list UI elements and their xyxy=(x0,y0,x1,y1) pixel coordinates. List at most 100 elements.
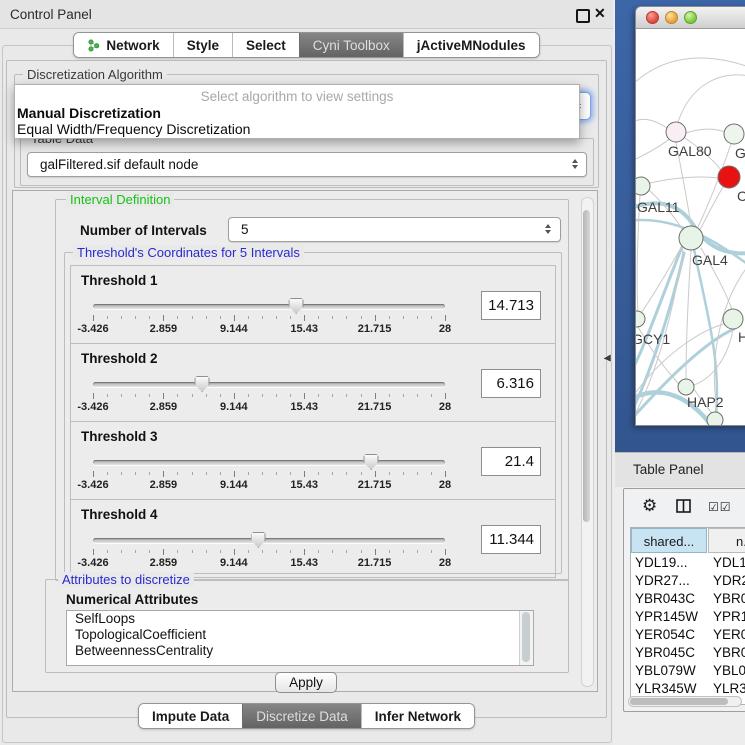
bottom-tab-impute-data[interactable]: Impute Data xyxy=(139,704,242,728)
network-node-gal80[interactable] xyxy=(666,122,686,142)
tick-mark xyxy=(290,472,291,475)
table-row[interactable]: YBR043CYBR0 xyxy=(631,590,745,608)
tab-cyni-toolbox[interactable]: Cyni Toolbox xyxy=(299,33,403,57)
tick-mark xyxy=(93,471,94,477)
close-window-icon[interactable] xyxy=(646,11,659,24)
vertical-scrollbar[interactable] xyxy=(581,197,594,687)
threshold-slider[interactable]: -3.4262.8599.14415.4321.71528 xyxy=(93,530,445,574)
column-header[interactable]: n... xyxy=(708,528,745,553)
network-node-gal11[interactable] xyxy=(636,177,650,195)
slider-ticks xyxy=(93,315,445,322)
dropdown-placeholder: Select algorithm to view settings xyxy=(15,89,579,104)
attributes-group: Attributes to discretize Numerical Attri… xyxy=(45,579,569,673)
slider-thumb[interactable] xyxy=(195,376,210,392)
table-data-combobox[interactable]: galFiltered.sif default node xyxy=(27,152,587,177)
tick-mark xyxy=(121,550,122,553)
tick-mark xyxy=(220,550,221,553)
dropdown-option-manual-discretization[interactable]: Manual Discretization xyxy=(17,105,577,121)
split-columns-icon[interactable] xyxy=(676,499,691,518)
tab-jactivemnodules[interactable]: jActiveMNodules xyxy=(403,33,539,57)
table-body: shared...n... YDL19...YDL1YDR27...YDR2YB… xyxy=(630,527,745,705)
list-scrollbar-thumb[interactable] xyxy=(522,612,530,662)
network-node-h[interactable] xyxy=(723,309,743,329)
threshold-value-field[interactable]: 21.4 xyxy=(481,447,541,476)
tick-mark xyxy=(445,549,446,555)
network-node-label: GAL4 xyxy=(692,252,728,268)
network-node-gal4[interactable] xyxy=(679,226,703,250)
slider-thumb[interactable] xyxy=(364,454,379,470)
table-rows: YDL19...YDL1YDR27...YDR2YBR043CYBR0YPR14… xyxy=(631,554,745,705)
bottom-tabstrip: Impute Data Discretize DataInfer Network xyxy=(0,703,613,729)
network-canvas[interactable]: GAL80GACGAL11GAL4GCY1HHAP2 xyxy=(636,29,745,425)
table-row[interactable]: YBR045CYBR0 xyxy=(631,644,745,662)
horizontal-scrollbar-thumb[interactable] xyxy=(630,698,728,705)
tick-mark xyxy=(149,394,150,397)
tick-mark xyxy=(431,316,432,319)
thresholds-group: Threshold's Coordinates for 5 Intervals … xyxy=(64,252,562,574)
zoom-window-icon[interactable] xyxy=(684,11,697,24)
panel-title: Control Panel xyxy=(10,7,92,22)
tick-mark xyxy=(403,472,404,475)
column-header[interactable]: shared... xyxy=(631,528,707,553)
attribute-item-topologicalcoefficient[interactable]: TopologicalCoefficient xyxy=(67,627,533,643)
cell-shared-name: YPR145W xyxy=(635,608,698,626)
table-row[interactable]: YBL079WYBL0 xyxy=(631,662,745,680)
tick-mark xyxy=(234,549,235,555)
list-scrollbar[interactable] xyxy=(519,611,533,665)
vertical-scrollbar-thumb[interactable] xyxy=(583,210,590,522)
tab-style[interactable]: Style xyxy=(173,33,232,57)
bottom-tab-infer-network[interactable]: Infer Network xyxy=(361,704,474,728)
tick-mark xyxy=(234,315,235,321)
tick-mark xyxy=(192,472,193,475)
attribute-item-betweennesscentrality[interactable]: BetweennessCentrality xyxy=(67,643,533,659)
float-window-icon[interactable] xyxy=(576,9,590,23)
tick-mark xyxy=(431,394,432,397)
tick-mark xyxy=(163,471,164,477)
network-node-c[interactable] xyxy=(718,166,740,188)
close-icon[interactable]: ✕ xyxy=(594,5,606,22)
right-column: GAL80GACGAL11GAL4GCY1HHAP2 Table Panel ⚙… xyxy=(613,0,745,745)
threshold-slider[interactable]: -3.4262.8599.14415.4321.71528 xyxy=(93,452,445,496)
network-node-label: HAP2 xyxy=(687,394,724,410)
network-window-titlebar xyxy=(636,7,745,29)
slider-thumb[interactable] xyxy=(251,532,266,548)
network-node-gcy1[interactable] xyxy=(636,311,645,327)
tick-mark xyxy=(248,472,249,475)
table-row[interactable]: YDL19...YDL1 xyxy=(631,554,745,572)
tick-mark xyxy=(431,550,432,553)
tick-mark xyxy=(248,550,249,553)
network-node-label: GA xyxy=(735,145,745,161)
minimize-window-icon[interactable] xyxy=(665,11,678,24)
threshold-slider[interactable]: -3.4262.8599.14415.4321.71528 xyxy=(93,296,445,340)
combo-stepper-icon[interactable] xyxy=(572,159,578,169)
table-row[interactable]: YDR27...YDR2 xyxy=(631,572,745,590)
network-node[interactable] xyxy=(707,412,723,425)
tick-label: 21.715 xyxy=(358,557,392,569)
tick-mark xyxy=(248,394,249,397)
numerical-attributes-label: Numerical Attributes xyxy=(66,592,198,607)
horizontal-scrollbar[interactable] xyxy=(628,696,742,707)
table-row[interactable]: YER054CYER0 xyxy=(631,626,745,644)
slider-tick-labels: -3.4262.8599.14415.4321.71528 xyxy=(93,323,445,336)
number-of-intervals-combobox[interactable]: 5 xyxy=(228,217,561,242)
attribute-item-selfloops[interactable]: SelfLoops xyxy=(67,611,533,627)
threshold-value-field[interactable]: 14.713 xyxy=(481,291,541,320)
checked-box-icons[interactable]: ☑☑ xyxy=(708,500,732,514)
threshold-slider[interactable]: -3.4262.8599.14415.4321.71528 xyxy=(93,374,445,418)
table-row[interactable]: YPR145WYPR1 xyxy=(631,608,745,626)
tab-network[interactable]: Network xyxy=(74,33,172,57)
tick-mark xyxy=(346,472,347,475)
network-node-ga[interactable] xyxy=(724,124,744,144)
threshold-value-field[interactable]: 6.316 xyxy=(481,369,541,398)
gear-icon[interactable]: ⚙ xyxy=(642,496,657,516)
apply-button[interactable]: Apply xyxy=(275,672,337,693)
threshold-value-field[interactable]: 11.344 xyxy=(481,525,541,554)
tick-label: 9.144 xyxy=(220,323,248,335)
combo-stepper-icon[interactable] xyxy=(545,224,551,234)
tab-select[interactable]: Select xyxy=(232,33,299,57)
tab-label: Impute Data xyxy=(152,709,229,724)
network-node-hap2[interactable] xyxy=(678,379,694,395)
dropdown-option-equal-width-frequency-discretization[interactable]: Equal Width/Frequency Discretization xyxy=(17,121,577,137)
bottom-tab-discretize-data[interactable]: Discretize Data xyxy=(242,704,361,728)
slider-thumb[interactable] xyxy=(289,298,304,314)
